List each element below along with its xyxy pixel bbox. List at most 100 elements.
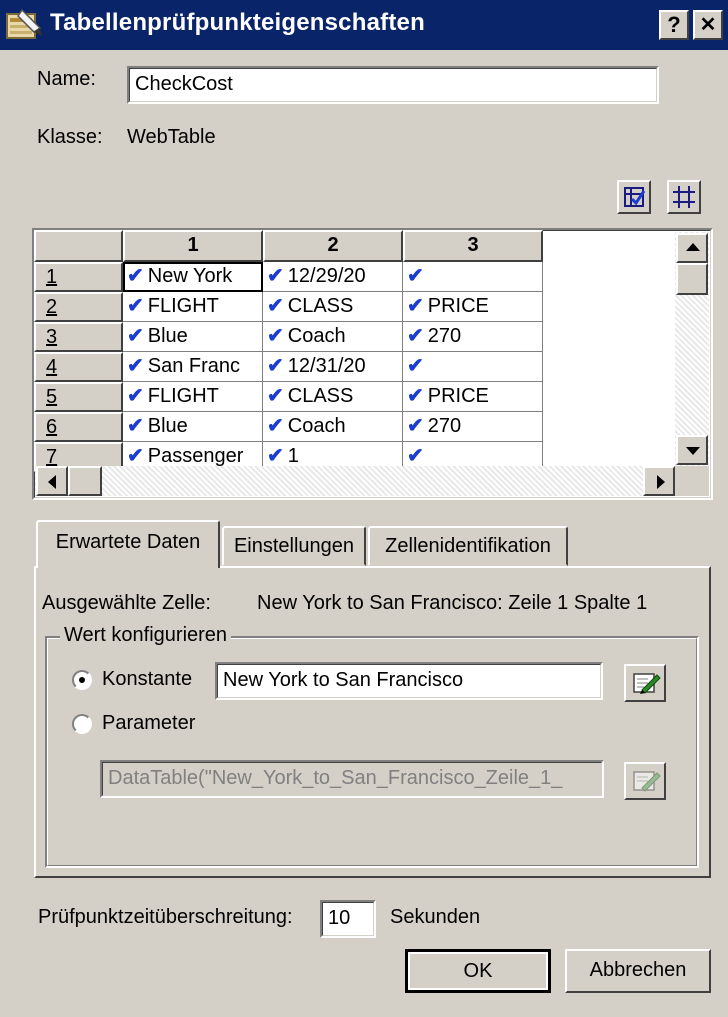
constant-input-value: New York to San Francisco (223, 669, 464, 691)
parameter-radio[interactable] (72, 714, 92, 734)
cell-value: CLASS (287, 385, 354, 407)
help-button[interactable]: ? (659, 10, 689, 40)
timeout-label: Prüfpunktzeitüberschreitung: (38, 906, 293, 928)
checkmark-icon[interactable]: ✔ (407, 415, 424, 437)
constant-radio[interactable] (72, 670, 92, 690)
table-cell[interactable]: ✔ PRICE (403, 292, 543, 322)
table-cell[interactable]: ✔ 270 (403, 322, 543, 352)
row-header[interactable]: 6 (34, 412, 123, 442)
table-cell[interactable]: ✔ Blue (123, 412, 263, 442)
row-header[interactable]: 5 (34, 382, 123, 412)
checkmark-icon[interactable]: ✔ (407, 325, 424, 347)
checkmark-icon[interactable]: ✔ (267, 265, 284, 287)
scroll-right-button[interactable] (643, 466, 675, 496)
row-header[interactable]: 3 (34, 322, 123, 352)
selected-cell-label: Ausgewählte Zelle: (42, 592, 211, 614)
checkmark-icon[interactable]: ✔ (267, 295, 284, 317)
title-bar[interactable]: Tabellenprüfpunkteigenschaften ? ✕ (0, 0, 728, 50)
checkmark-icon[interactable]: ✔ (267, 415, 284, 437)
cell-value: Coach (287, 325, 346, 347)
parameter-input-value: DataTable("New_York_to_San_Francisco_Zei… (108, 767, 563, 789)
column-header[interactable]: 1 (123, 230, 263, 262)
checkmark-icon[interactable]: ✔ (127, 265, 144, 287)
configure-value-title: Wert konfigurieren (60, 624, 232, 647)
cell-value: Passenger (147, 445, 244, 467)
cell-value: CLASS (287, 295, 354, 317)
timeout-input-value: 10 (328, 907, 351, 929)
clear-all-button[interactable] (667, 180, 701, 214)
cell-value: FLIGHT (147, 385, 219, 407)
checkmark-icon[interactable]: ✔ (127, 415, 144, 437)
parameter-edit-button[interactable] (624, 762, 666, 800)
checkmark-icon[interactable]: ✔ (127, 295, 144, 317)
cancel-button[interactable]: Abbrechen (565, 949, 711, 993)
column-header[interactable]: 2 (263, 230, 403, 262)
table-cell[interactable]: ✔ FLIGHT (123, 382, 263, 412)
tab-einstellungen[interactable]: Einstellungen (222, 526, 366, 566)
table-cell[interactable]: ✔ Coach (263, 412, 403, 442)
checkmark-icon[interactable]: ✔ (267, 385, 284, 407)
table-cell[interactable]: ✔ PRICE (403, 382, 543, 412)
checkmark-icon[interactable]: ✔ (127, 445, 144, 467)
table-cell[interactable]: ✔ 12/29/20 (263, 262, 403, 292)
column-header[interactable]: 3 (403, 230, 543, 262)
row-header[interactable]: 4 (34, 352, 123, 382)
table-cell[interactable]: ✔ (403, 262, 543, 292)
table-cell[interactable]: ✔ Coach (263, 322, 403, 352)
checkmark-icon[interactable]: ✔ (407, 295, 424, 317)
checkmark-icon[interactable]: ✔ (407, 385, 424, 407)
checkmark-icon[interactable]: ✔ (127, 325, 144, 347)
constant-input[interactable]: New York to San Francisco (215, 662, 603, 700)
select-all-button[interactable] (617, 180, 651, 214)
checkmark-icon[interactable]: ✔ (127, 385, 144, 407)
table-cell[interactable]: ✔ CLASS (263, 382, 403, 412)
cell-value: PRICE (427, 385, 489, 407)
checkmark-icon[interactable]: ✔ (127, 355, 144, 377)
edit-value-icon (633, 673, 661, 694)
table-cell[interactable]: ✔ CLASS (263, 292, 403, 322)
cell-value: 12/31/20 (287, 355, 366, 377)
row-header[interactable]: 1 (34, 262, 123, 292)
vertical-scroll-thumb[interactable] (676, 263, 708, 295)
scroll-down-button[interactable] (676, 435, 708, 465)
timeout-input[interactable]: 10 (320, 900, 376, 938)
cell-value: Blue (147, 325, 188, 347)
table-cell-selected[interactable]: ✔ New York (123, 262, 263, 292)
name-input[interactable]: CheckCost (127, 66, 659, 104)
close-button[interactable]: ✕ (693, 10, 723, 40)
table-cell[interactable]: ✔ 12/31/20 (263, 352, 403, 382)
constant-edit-button[interactable] (624, 664, 666, 702)
checkmark-icon[interactable]: ✔ (407, 265, 424, 287)
table-cell[interactable]: ✔ 270 (403, 412, 543, 442)
cell-value: 12/29/20 (287, 265, 366, 287)
selected-cell-value: New York to San Francisco: Zeile 1 Spalt… (257, 592, 648, 614)
window-title: Tabellenprüfpunkteigenschaften (50, 9, 425, 36)
table-cell[interactable]: ✔ Blue (123, 322, 263, 352)
checkmark-icon[interactable]: ✔ (407, 445, 424, 467)
tab-zellenidentifikation[interactable]: Zellenidentifikation (368, 526, 568, 566)
checkmark-icon[interactable]: ✔ (267, 355, 284, 377)
checkmark-icon[interactable]: ✔ (407, 355, 424, 377)
table-cell[interactable]: ✔ FLIGHT (123, 292, 263, 322)
parameter-label: Parameter (102, 712, 196, 734)
checkmark-icon[interactable]: ✔ (267, 445, 284, 467)
constant-label: Konstante (102, 668, 193, 690)
scroll-up-button[interactable] (676, 233, 708, 263)
horizontal-scroll-track[interactable] (35, 466, 675, 496)
ok-button[interactable]: OK (405, 949, 551, 993)
scroll-left-button[interactable] (36, 466, 68, 496)
arrow-left-icon (48, 475, 56, 489)
tab-erwartete-daten[interactable]: Erwartete Daten (36, 520, 220, 568)
checkmark-icon[interactable]: ✔ (267, 325, 284, 347)
horizontal-scroll-thumb[interactable] (68, 466, 102, 496)
select-all-icon (624, 187, 646, 207)
cell-value: New York (147, 265, 233, 287)
table-corner-header[interactable] (34, 230, 123, 262)
table-cell[interactable]: ✔ San Franc (123, 352, 263, 382)
cell-value: PRICE (427, 295, 489, 317)
class-label: Klasse: (37, 126, 103, 148)
row-header[interactable]: 2 (34, 292, 123, 322)
scroll-corner (675, 466, 709, 496)
table-cell[interactable]: ✔ (403, 352, 543, 382)
parameter-input[interactable]: DataTable("New_York_to_San_Francisco_Zei… (100, 760, 604, 798)
